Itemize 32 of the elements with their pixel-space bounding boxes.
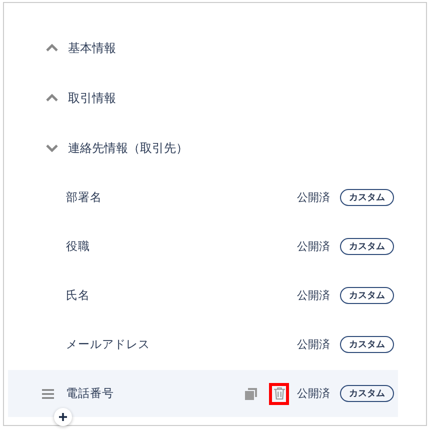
field-row[interactable]: 役職 公開済 カスタム <box>8 222 398 271</box>
status-label: 公開済 <box>297 239 330 254</box>
copy-icon[interactable] <box>245 388 257 400</box>
custom-badge: カスタム <box>340 238 394 255</box>
field-row[interactable]: メールアドレス 公開済 カスタム <box>8 320 398 369</box>
chevron-icon <box>46 44 58 52</box>
field-name: 電話番号 <box>66 386 114 401</box>
field-name: 部署名 <box>66 190 102 205</box>
status-label: 公開済 <box>297 337 330 352</box>
custom-badge: カスタム <box>340 385 394 402</box>
custom-badge: カスタム <box>340 189 394 206</box>
section-header[interactable]: 取引情報 <box>8 73 398 123</box>
status-label: 公開済 <box>297 288 330 303</box>
delete-button[interactable] <box>269 382 289 404</box>
trash-icon <box>274 387 284 400</box>
drag-handle-icon[interactable] <box>42 388 54 398</box>
field-row[interactable]: 氏名 公開済 カスタム <box>8 271 398 320</box>
chevron-icon <box>46 144 58 152</box>
chevron-icon <box>46 94 58 102</box>
field-row[interactable]: 部署名 公開済 カスタム <box>8 173 398 222</box>
add-button[interactable] <box>54 408 72 426</box>
field-row[interactable]: 電話番号 公開済 カスタム <box>8 370 398 417</box>
status-label: 公開済 <box>297 386 330 401</box>
custom-badge: カスタム <box>340 287 394 304</box>
plus-icon <box>59 413 67 421</box>
field-name: 役職 <box>66 239 90 254</box>
custom-badge: カスタム <box>340 336 394 353</box>
status-label: 公開済 <box>297 190 330 205</box>
section-header[interactable]: 連絡先情報（取引先） <box>8 123 398 173</box>
field-name: 氏名 <box>66 288 90 303</box>
field-name: メールアドレス <box>66 337 150 352</box>
section-header[interactable]: 基本情報 <box>8 23 398 73</box>
